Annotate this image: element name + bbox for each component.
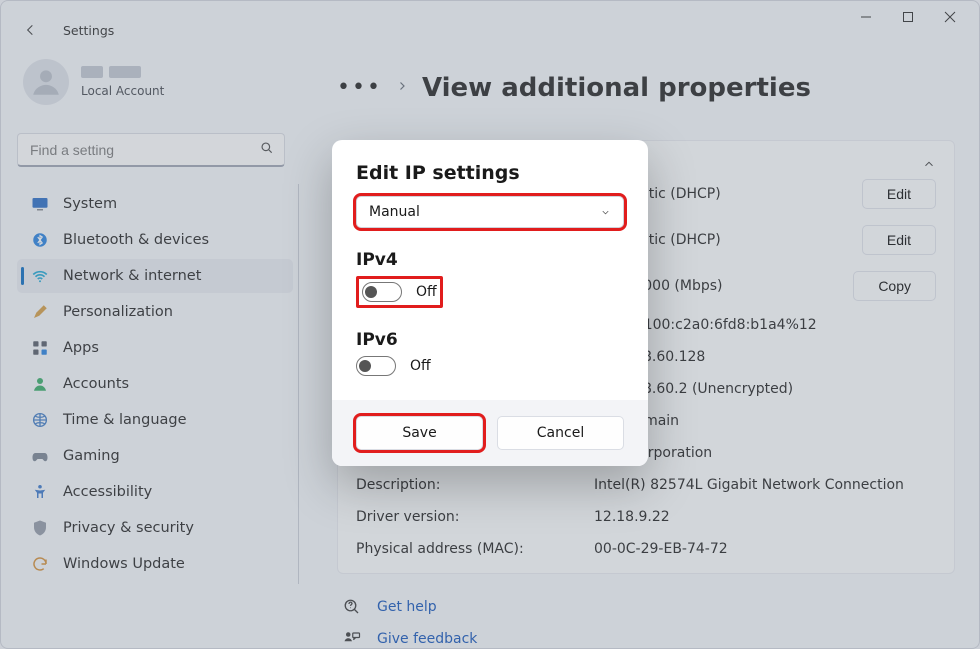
edit-ip-dialog: Edit IP settings Manual IPv4 Off IPv6 Of… [332,140,648,466]
ip-mode-value: Manual [369,204,420,220]
ipv6-label: IPv6 [356,330,624,350]
ipv4-toggle-state: Off [416,284,437,300]
ipv6-toggle-state: Off [410,358,431,374]
chevron-down-icon [600,207,611,218]
ipv4-toggle[interactable] [362,282,402,302]
settings-window: Settings Local Account [0,0,980,649]
cancel-button[interactable]: Cancel [497,416,624,450]
save-button[interactable]: Save [356,416,483,450]
dialog-title: Edit IP settings [356,162,624,184]
ipv6-toggle[interactable] [356,356,396,376]
ip-mode-select[interactable]: Manual [356,196,624,228]
ipv4-label: IPv4 [356,250,624,270]
